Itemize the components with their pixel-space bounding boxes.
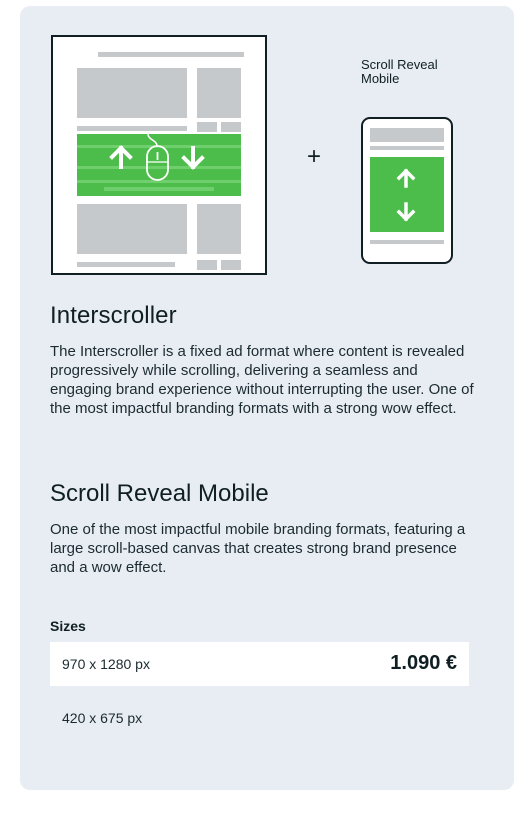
plus-sign: + (307, 143, 321, 170)
size-option-label: 420 x 675 px (62, 710, 143, 726)
scroll-reveal-mobile-description: One of the most impactful mobile brandin… (50, 521, 466, 576)
scroll-reveal-mobile-title: Scroll Reveal Mobile (50, 480, 269, 507)
interscroller-band (77, 134, 241, 196)
size-option-price: 1.090 € (390, 652, 457, 674)
ad-format-card: + Scroll Reveal Mobile Interscroller The… (20, 6, 514, 790)
interscroller-description: The Interscroller is a fixed ad format w… (50, 343, 474, 417)
sizes-label: Sizes (50, 618, 86, 634)
interscroller-title: Interscroller (50, 302, 177, 329)
format-illustration: + Scroll Reveal Mobile (51, 35, 453, 275)
mobile-phone-mockup (361, 117, 453, 264)
size-option-label: 970 x 1280 px (62, 656, 150, 672)
mobile-caption-line2: Mobile (361, 71, 399, 86)
size-option-970x1280[interactable]: 970 x 1280 px 1.090 € (50, 642, 469, 686)
mobile-caption-line1: Scroll Reveal (361, 57, 438, 72)
size-option-420x675[interactable]: 420 x 675 px (50, 696, 469, 740)
